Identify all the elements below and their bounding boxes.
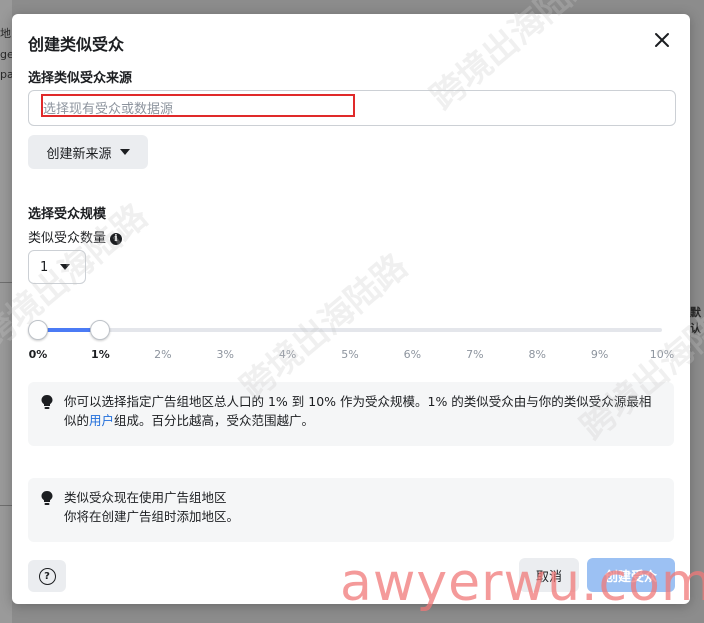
highlight-outline [41,94,355,117]
lookalike-count-select[interactable]: 1 [28,250,86,284]
background-text: 默认 [690,306,701,335]
source-section-label: 选择类似受众来源 [28,71,133,86]
audience-size-tip: 你可以选择指定广告组地区总人口的 1% 到 10% 作为受众规模。1% 的类似受… [28,382,674,446]
chevron-down-icon [60,264,71,270]
location-tip-line1: 类似受众现在使用广告组地区 [64,490,227,505]
background-strip [0,0,12,623]
background-text: 地 [0,27,11,40]
chevron-down-icon [119,149,130,155]
create-new-source-button[interactable]: 创建新来源 [28,135,148,169]
lightbulb-icon [41,491,53,505]
slider-tick-label: 2% [154,348,172,361]
lightbulb-icon [41,395,53,409]
slider-tick-label: 4% [278,348,297,361]
slider-tick-label: 1% [91,348,110,361]
slider-tick-label: 0% [28,348,48,361]
audience-size-slider-track[interactable] [38,328,662,332]
lookalike-count-label: 类似受众数量 [28,231,107,246]
dialog-title: 创建类似受众 [28,35,125,54]
help-button[interactable]: ? [28,560,66,592]
size-section-label: 选择受众规模 [28,207,107,222]
background-divider [0,505,12,506]
create-audience-button[interactable]: 创建受众 [587,558,675,592]
background-divider [0,282,12,283]
cancel-button[interactable]: 取消 [519,558,579,592]
question-icon: ? [38,567,56,585]
slider-end-handle[interactable] [90,320,111,340]
location-tip: 类似受众现在使用广告组地区 你将在创建广告组时添加地区。 [28,478,674,542]
lookalike-count-label-row: 类似受众数量 i [28,227,123,246]
tip-text-end: 组成。百分比越高，受众范围越广。 [114,413,315,428]
slider-tick-label: 6% [403,348,422,361]
slider-tick-label: 3% [216,348,234,361]
slider-tick-label: 7% [466,348,484,361]
source-search-field[interactable] [28,90,676,126]
slider-tick-label: 10% [649,348,675,361]
create-lookalike-dialog: 创建类似受众 选择类似受众来源 创建新来源 选择受众规模 类似受众数量i 1 0… [12,14,690,604]
users-link[interactable]: 用户 [89,413,114,428]
slider-tick-label: 9% [590,348,609,361]
slider-tick-label: 5% [341,348,359,361]
location-tip-line2: 你将在创建广告组时添加地区。 [64,509,240,524]
create-new-source-label: 创建新来源 [46,146,112,162]
slider-tick-label: 8% [528,348,546,361]
lookalike-count-value: 1 [40,259,49,275]
close-icon[interactable] [654,32,670,48]
slider-start-handle[interactable] [28,320,48,340]
info-icon[interactable]: i [110,232,123,245]
